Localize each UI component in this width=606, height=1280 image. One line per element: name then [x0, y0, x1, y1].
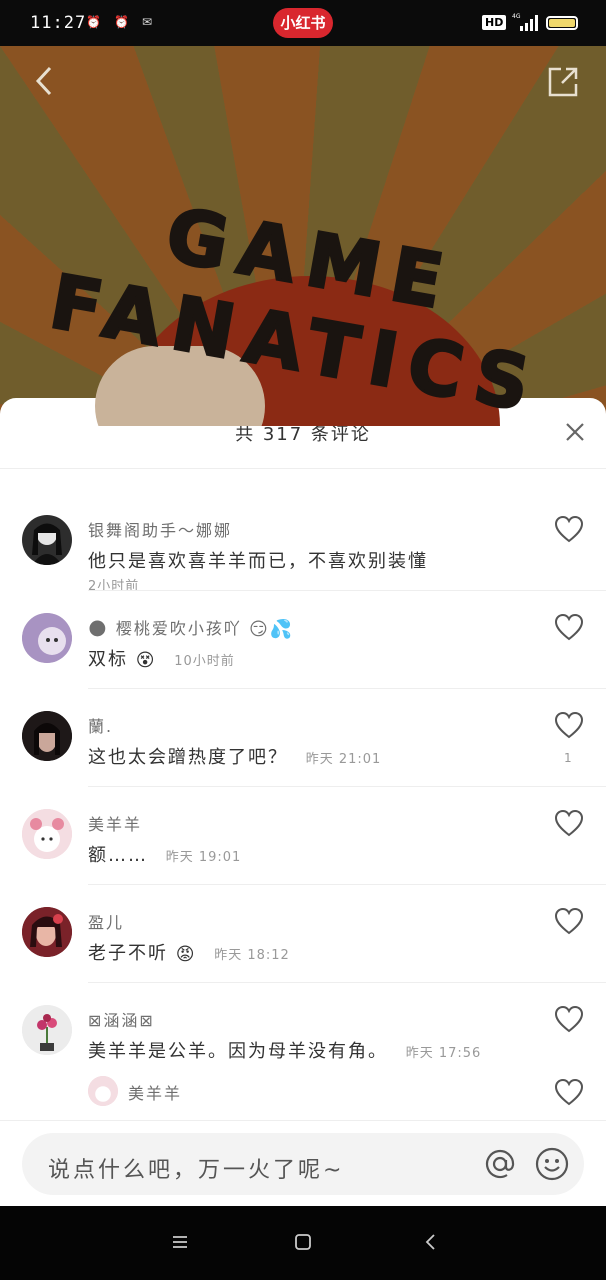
avatar[interactable]: [22, 1005, 72, 1055]
heart-icon[interactable]: [554, 613, 584, 641]
comment-text: 这也太会蹭热度了吧？ 昨天 21:01: [88, 743, 381, 769]
comment-emoji: 😡: [175, 943, 197, 965]
comment-username[interactable]: ⊠涵涵⊠: [88, 1007, 155, 1031]
alarm-icon: ⏰: [114, 15, 129, 29]
heart-icon[interactable]: [554, 711, 584, 739]
comment-text: 额…… 昨天 19:01: [88, 841, 241, 867]
status-time: 11:27: [30, 13, 87, 33]
heart-icon[interactable]: [554, 1078, 584, 1106]
message-icon: ✉: [142, 15, 153, 29]
cover-title: GAME FANATICS: [42, 191, 548, 426]
comment-text: 老子不听 😡 昨天 18:12: [88, 939, 290, 965]
avatar[interactable]: [22, 613, 72, 663]
comment-username[interactable]: 盈儿: [88, 909, 124, 933]
comment-text-label: 这也太会蹭热度了吧？: [88, 747, 288, 768]
system-nav-bar: [0, 1206, 606, 1280]
comment-item: 银舞阁助手～娜娜 他只是喜欢喜羊羊而已，不喜欢别装懂 2小时前: [22, 493, 606, 594]
comment-item: ⊠涵涵⊠ 美羊羊是公羊。因为母羊没有角。 昨天 17:56: [22, 982, 606, 1080]
battery-icon: [546, 16, 578, 30]
comment-username[interactable]: 美羊羊: [128, 1080, 182, 1104]
heart-icon[interactable]: [554, 809, 584, 837]
comment-list: 银舞阁助手～娜娜 他只是喜欢喜羊羊而已，不喜欢别装懂 2小时前 🌑 樱桃爱吹小孩…: [0, 493, 606, 1177]
comment-text-label: 双标: [88, 649, 128, 670]
comment-text-label: 额……: [88, 845, 148, 866]
menu-icon[interactable]: [170, 1232, 190, 1252]
comment-input-bar: 说点什么吧，万一火了呢~: [0, 1120, 606, 1207]
comments-sheet: 共 317 条评论 银舞阁助手～娜娜 他只是喜欢喜羊羊而已，不喜欢别装懂 2小时…: [0, 398, 606, 1206]
network-label: 4G: [512, 13, 521, 20]
comment-input-placeholder[interactable]: 说点什么吧，万一火了呢~: [48, 1152, 344, 1184]
comment-emoji: 😵: [135, 649, 157, 671]
username-label: 樱桃爱吹小孩吖: [115, 619, 242, 638]
avatar[interactable]: [22, 809, 72, 859]
heart-icon[interactable]: [554, 1005, 584, 1033]
comment-text-label: 美羊羊是公羊。因为母羊没有角。: [88, 1041, 388, 1062]
signal-icon: 4G: [512, 13, 538, 31]
comment-time: 昨天 19:01: [165, 850, 242, 865]
status-bar: 11:27 ⏰ ⏰ ✉ 小红书 HD 4G: [0, 0, 606, 46]
comment-username[interactable]: 🌑 樱桃爱吹小孩吖 😏💦: [88, 615, 294, 640]
comment-text-label: 老子不听: [88, 943, 168, 964]
comment-time: 昨天 21:01: [305, 752, 382, 767]
comment-item: 盈儿 老子不听 😡 昨天 18:12: [22, 884, 606, 982]
heart-icon[interactable]: [554, 515, 584, 543]
back-icon[interactable]: [30, 64, 64, 98]
nav-back-icon[interactable]: [421, 1232, 441, 1252]
avatar[interactable]: [88, 1076, 118, 1106]
comment-time: 昨天 18:12: [214, 948, 290, 963]
comment-username[interactable]: 银舞阁助手～娜娜: [88, 517, 232, 541]
comment-text: 他只是喜欢喜羊羊而已，不喜欢别装懂: [88, 551, 428, 572]
home-icon[interactable]: [293, 1232, 313, 1252]
hd-badge: HD: [482, 15, 507, 30]
user-emoji: 🌑: [88, 619, 109, 640]
comment-item: 蘭. 这也太会蹭热度了吧？ 昨天 21:01 1: [22, 688, 606, 786]
share-icon[interactable]: [545, 64, 581, 100]
post-cover-image: GAME FANATICS: [0, 46, 606, 426]
comment-item: 美羊羊 额…… 昨天 19:01: [22, 786, 606, 884]
user-emoji: 😏💦: [248, 619, 295, 640]
alarm-icon: ⏰: [86, 15, 101, 29]
at-icon[interactable]: [482, 1146, 518, 1182]
comment-text: 双标 😵 10小时前: [88, 645, 235, 671]
comment-username[interactable]: 美羊羊: [88, 811, 142, 835]
comment-item: 🌑 樱桃爱吹小孩吖 😏💦 双标 😵 10小时前: [22, 590, 606, 688]
comment-time: 昨天 17:56: [405, 1046, 482, 1061]
heart-icon[interactable]: [554, 907, 584, 935]
like-count: 1: [564, 751, 572, 765]
avatar[interactable]: [22, 515, 72, 565]
avatar[interactable]: [22, 711, 72, 761]
app-badge: 小红书: [273, 8, 333, 38]
comment-time: 10小时前: [174, 654, 235, 669]
emoji-icon[interactable]: [534, 1146, 570, 1182]
comment-username[interactable]: 蘭.: [88, 713, 113, 737]
comment-input[interactable]: 说点什么吧，万一火了呢~: [22, 1133, 584, 1195]
comment-text: 美羊羊是公羊。因为母羊没有角。 昨天 17:56: [88, 1037, 481, 1063]
avatar[interactable]: [22, 907, 72, 957]
